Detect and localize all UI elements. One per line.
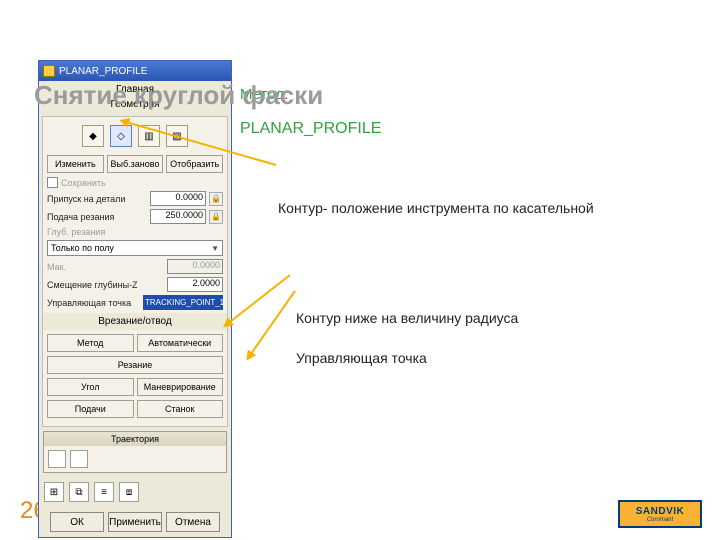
annotation-control-point: Управляющая точка <box>296 350 427 366</box>
save-checkbox[interactable] <box>47 177 58 188</box>
lock-icon[interactable]: 🔒 <box>209 210 223 224</box>
feeds-button[interactable]: Подачи <box>47 400 134 418</box>
floor-only-value: Только по полу <box>51 243 114 253</box>
method-value: PLANAR_PROFILE <box>240 120 381 138</box>
toolbar-icon-1[interactable]: ⊞ <box>44 482 64 502</box>
dialog-toolbar: ⊞ ⧉ ≡ ⧈ <box>39 477 231 507</box>
chevron-down-icon: ▼ <box>211 244 219 253</box>
ok-button[interactable]: ОК <box>50 512 104 532</box>
machine-button[interactable]: Станок <box>137 400 224 418</box>
auto-button[interactable]: Автоматически <box>137 334 224 352</box>
control-point-value[interactable]: TRACKING_POINT_1 <box>143 295 223 310</box>
method-button[interactable]: Метод <box>47 334 134 352</box>
arrow-to-z-offset <box>226 274 290 325</box>
geom-icon-2[interactable]: ◇ <box>110 125 132 147</box>
lock-icon[interactable]: 🔒 <box>209 192 223 206</box>
dialog-title: PLANAR_PROFILE <box>59 66 147 77</box>
toolbar-icon-2[interactable]: ⧉ <box>69 482 89 502</box>
cancel-button[interactable]: Отмена <box>166 512 220 532</box>
maneuver-button[interactable]: Маневрирование <box>137 378 224 396</box>
save-label: Сохранить <box>61 178 223 188</box>
corner-button[interactable]: Угол <box>47 378 134 396</box>
display-button[interactable]: Отобразить <box>166 155 223 173</box>
planar-profile-dialog: PLANAR_PROFILE Главная Геометрия ◆ ◇ ▥ ▨… <box>38 60 232 538</box>
logo-brand: SANDVIK <box>636 506 685 517</box>
dialog-button-bar: ОК Применить Отмена <box>39 507 231 537</box>
toolbar-icon-3[interactable]: ≡ <box>94 482 114 502</box>
part-stock-label: Припуск на детали <box>47 194 147 204</box>
z-offset-input[interactable]: 2.0000 <box>167 277 223 292</box>
geometry-panel: ◆ ◇ ▥ ▨ Изменить Выб.заново Отобразить С… <box>42 116 228 427</box>
z-offset-label: Смещение глубины-Z <box>47 280 164 290</box>
max-label: Мак. <box>47 262 164 272</box>
engage-section-label: Врезание/отвод <box>43 313 227 330</box>
feed-label: Подача резания <box>47 212 147 222</box>
toolbar-icon-4[interactable]: ⧈ <box>119 482 139 502</box>
dialog-titlebar[interactable]: PLANAR_PROFILE <box>39 61 231 81</box>
floor-only-dropdown[interactable]: Только по полу ▼ <box>47 240 223 256</box>
slide-title: Снятие круглой фаски <box>34 80 323 111</box>
sandvik-logo: SANDVIK Coromant <box>618 500 702 528</box>
trajectory-panel: Траектория <box>43 431 227 473</box>
geom-icon-1[interactable]: ◆ <box>82 125 104 147</box>
trajectory-label: Траектория <box>44 432 226 446</box>
part-stock-input[interactable]: 0.0000 <box>150 191 206 206</box>
cut-depth-label: Глуб. резания <box>47 227 223 237</box>
feed-input[interactable]: 250.0000 <box>150 209 206 224</box>
edit-button[interactable]: Изменить <box>47 155 104 173</box>
annotation-contour-below: Контур ниже на величину радиуса <box>296 310 518 326</box>
reselect-button[interactable]: Выб.заново <box>107 155 164 173</box>
logo-sub: Coromant <box>647 517 673 523</box>
traj-icon-1[interactable] <box>48 450 66 468</box>
cutting-button[interactable]: Резание <box>47 356 223 374</box>
dialog-icon <box>43 65 55 77</box>
max-input: 0.0000 <box>167 259 223 274</box>
control-point-label: Управляющая точка <box>47 298 140 308</box>
traj-icon-2[interactable] <box>70 450 88 468</box>
annotation-contour-tangent: Контур- положение инструмента по касател… <box>278 200 594 216</box>
apply-button[interactable]: Применить <box>108 512 162 532</box>
